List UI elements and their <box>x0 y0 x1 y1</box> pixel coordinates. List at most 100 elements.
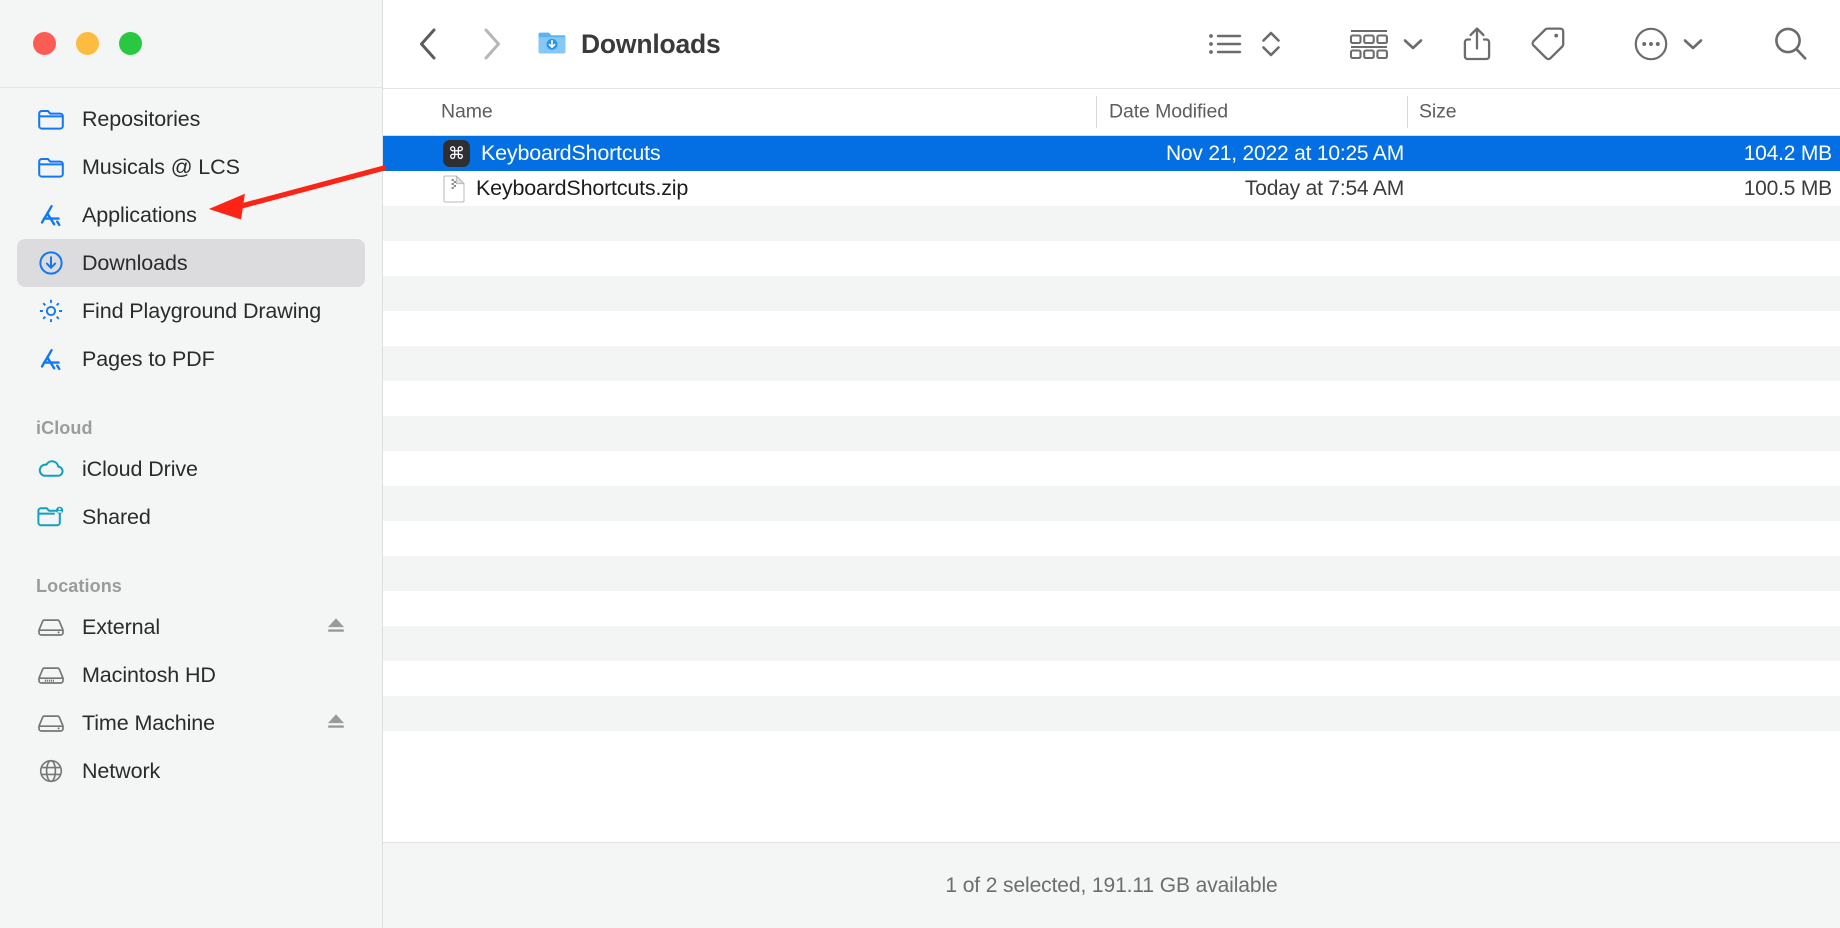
empty-row <box>383 311 1840 346</box>
file-size: 100.5 MB <box>1744 177 1832 201</box>
empty-row <box>383 626 1840 661</box>
sidebar-item-pages-to-pdf[interactable]: Pages to PDF <box>17 335 365 383</box>
column-divider[interactable] <box>1096 96 1097 128</box>
empty-row <box>383 276 1840 311</box>
sidebar-item-applications[interactable]: Applications <box>17 191 365 239</box>
more-actions-chevron-icon[interactable] <box>1680 18 1706 70</box>
column-header-row: Name Date Modified Size <box>383 88 1840 136</box>
sidebar: Repositories Musicals @ LCS Appli <box>0 0 383 928</box>
empty-row <box>383 696 1840 731</box>
group-by-chevron-icon[interactable] <box>1400 18 1426 70</box>
table-row[interactable]: ⌘ KeyboardShortcuts Nov 21, 2022 at 10:2… <box>383 136 1840 171</box>
zip-document-icon <box>443 175 465 203</box>
sidebar-scroll[interactable]: Repositories Musicals @ LCS Appli <box>0 88 382 928</box>
sidebar-item-label: Shared <box>82 505 151 530</box>
globe-icon <box>36 757 66 785</box>
empty-row <box>383 486 1840 521</box>
tags-button[interactable] <box>1528 18 1568 70</box>
group-by-button[interactable] <box>1348 18 1390 70</box>
file-name-cell: ⌘ KeyboardShortcuts <box>443 140 660 167</box>
view-list-button[interactable] <box>1206 18 1246 70</box>
file-date: Today at 7:54 AM <box>1245 177 1404 201</box>
column-divider[interactable] <box>1407 96 1408 128</box>
close-button[interactable] <box>33 32 56 55</box>
sidebar-item-icloud-drive[interactable]: iCloud Drive <box>17 445 365 493</box>
eject-icon[interactable] <box>325 615 347 640</box>
status-bar: 1 of 2 selected, 191.11 GB available <box>383 842 1840 928</box>
file-date: Nov 21, 2022 at 10:25 AM <box>1166 142 1404 166</box>
forward-button[interactable] <box>467 20 515 68</box>
sidebar-item-find-playground-drawing[interactable]: Find Playground Drawing <box>17 287 365 335</box>
empty-row <box>383 556 1840 591</box>
sidebar-section-header-icloud: iCloud <box>0 399 382 445</box>
window-controls <box>0 0 382 88</box>
sidebar-item-downloads[interactable]: Downloads <box>17 239 365 287</box>
folder-icon <box>36 153 66 181</box>
toolbar: Downloads <box>383 0 1840 88</box>
eject-icon[interactable] <box>325 711 347 736</box>
empty-row <box>383 661 1840 696</box>
file-size: 104.2 MB <box>1744 142 1832 166</box>
search-button[interactable] <box>1770 18 1812 70</box>
column-header-date-modified[interactable]: Date Modified <box>1109 101 1228 124</box>
file-list[interactable]: ⌘ KeyboardShortcuts Nov 21, 2022 at 10:2… <box>383 136 1840 842</box>
sidebar-item-network[interactable]: Network <box>17 747 365 795</box>
column-header-size[interactable]: Size <box>1419 101 1457 124</box>
sidebar-item-label: Macintosh HD <box>82 663 216 688</box>
zoom-button[interactable] <box>119 32 142 55</box>
empty-row <box>383 451 1840 486</box>
sidebar-item-label: iCloud Drive <box>82 457 198 482</box>
sidebar-item-repositories[interactable]: Repositories <box>17 95 365 143</box>
sidebar-item-label: Network <box>82 759 160 784</box>
empty-row <box>383 416 1840 451</box>
sidebar-item-label: Time Machine <box>82 711 215 736</box>
share-button[interactable] <box>1460 18 1494 70</box>
empty-row <box>383 241 1840 276</box>
sidebar-item-label: Pages to PDF <box>82 347 215 372</box>
file-name: KeyboardShortcuts.zip <box>476 176 688 201</box>
downloads-icon <box>36 249 66 277</box>
sidebar-spacer <box>0 383 382 399</box>
downloads-folder-icon <box>537 29 567 60</box>
applications-icon <box>36 201 66 229</box>
empty-row <box>383 731 1840 766</box>
page-title: Downloads <box>581 29 721 60</box>
table-row[interactable]: KeyboardShortcuts.zip Today at 7:54 AM 1… <box>383 171 1840 206</box>
file-name-cell: KeyboardShortcuts.zip <box>443 175 688 203</box>
sidebar-item-time-machine[interactable]: Time Machine <box>17 699 365 747</box>
sidebar-item-label: Applications <box>82 203 197 228</box>
main-pane: Downloads <box>383 0 1840 928</box>
gear-icon <box>36 297 66 325</box>
internal-disk-icon <box>36 661 66 689</box>
harddisk-icon <box>36 709 66 737</box>
sidebar-item-musicals-lcs[interactable]: Musicals @ LCS <box>17 143 365 191</box>
empty-row <box>383 521 1840 556</box>
sort-order-button[interactable] <box>1258 18 1284 70</box>
sidebar-item-external[interactable]: External <box>17 603 365 651</box>
sidebar-item-label: Downloads <box>82 251 187 276</box>
breadcrumb[interactable]: Downloads <box>537 29 721 60</box>
harddisk-icon <box>36 613 66 641</box>
back-button[interactable] <box>405 20 453 68</box>
sidebar-item-label: Find Playground Drawing <box>82 299 321 324</box>
more-actions-button[interactable] <box>1632 18 1670 70</box>
empty-row <box>383 591 1840 626</box>
sidebar-spacer <box>0 541 382 557</box>
finder-window: Repositories Musicals @ LCS Appli <box>0 0 1840 928</box>
empty-row <box>383 346 1840 381</box>
sidebar-item-macintosh-hd[interactable]: Macintosh HD <box>17 651 365 699</box>
sidebar-item-label: Musicals @ LCS <box>82 155 240 180</box>
sidebar-item-label: External <box>82 615 160 640</box>
column-header-name[interactable]: Name <box>441 101 493 124</box>
sidebar-item-shared[interactable]: Shared <box>17 493 365 541</box>
sidebar-item-label: Repositories <box>82 107 200 132</box>
status-text: 1 of 2 selected, 191.11 GB available <box>945 874 1277 898</box>
shared-folder-icon <box>36 503 66 531</box>
file-name: KeyboardShortcuts <box>481 141 660 166</box>
toolbar-actions <box>1206 18 1812 70</box>
folder-icon <box>36 105 66 133</box>
minimize-button[interactable] <box>76 32 99 55</box>
empty-row <box>383 206 1840 241</box>
applications-icon <box>36 345 66 373</box>
sidebar-section-header-locations: Locations <box>0 557 382 603</box>
